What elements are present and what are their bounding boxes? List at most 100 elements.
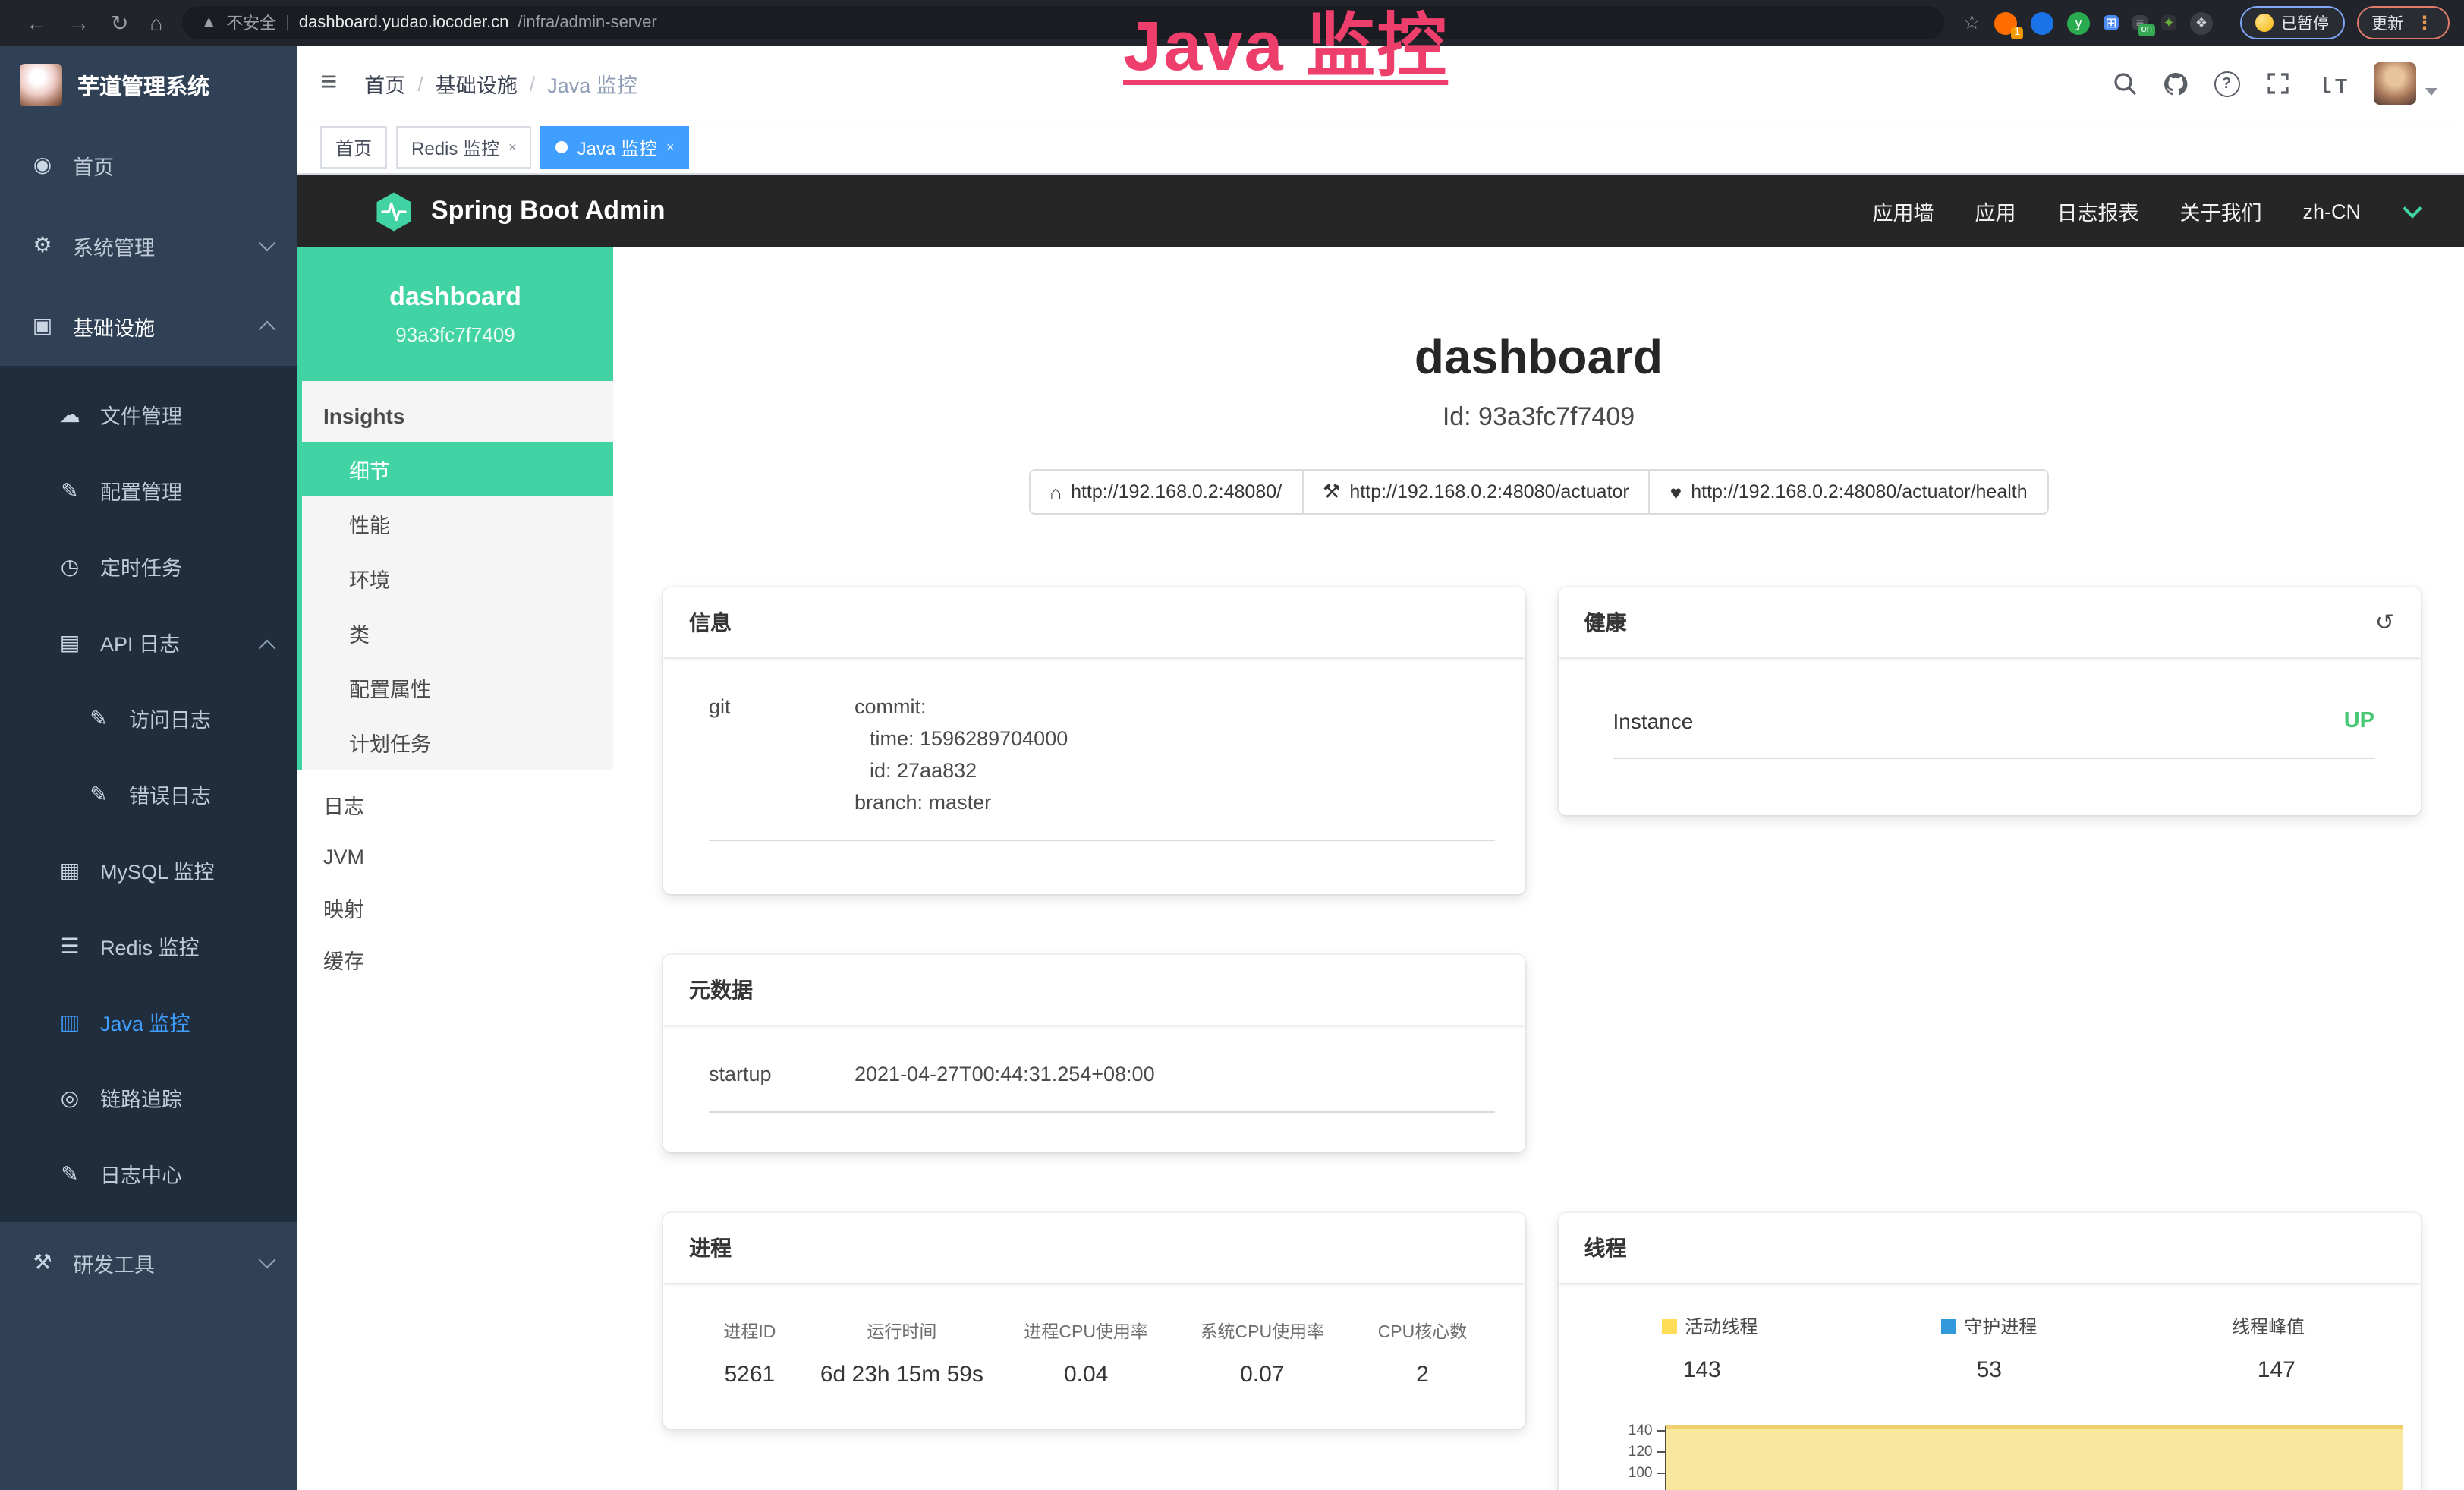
home-icon[interactable]: ⌂	[149, 0, 162, 46]
info-card: 信息 git commit: time: 1596289704000 id: 2…	[663, 587, 1525, 894]
help-icon[interactable]: ?	[2214, 71, 2239, 96]
menu-item-classes[interactable]: 类	[302, 606, 613, 660]
address-bar[interactable]: ▲ 不安全 | dashboard.yudao.iocoder.cn/infra…	[182, 6, 1944, 39]
metadata-row-value: 2021-04-27T00:44:31.254+08:00	[854, 1058, 1495, 1112]
process-card: 进程 进程ID 运行时间 进程CPU使用率 系统CPU使用率 CPU核心数	[663, 1213, 1525, 1429]
tag-redis-monitor[interactable]: Redis 监控 ×	[396, 126, 532, 169]
legend-label: 线程峰值	[2232, 1313, 2305, 1339]
sba-nav-applications[interactable]: 应用	[1975, 196, 2016, 226]
sidebar-item-dev-tools[interactable]: ⚒ 研发工具	[0, 1222, 297, 1303]
url-separator: |	[285, 14, 290, 32]
instance-details: dashboard Id: 93a3fc7f7409 ⌂ http://192.…	[613, 247, 2464, 1490]
sidebar-item-api-logs[interactable]: ▤ API 日志	[0, 604, 297, 680]
sidebar-item-system-mgmt[interactable]: ⚙ 系统管理	[0, 205, 297, 285]
monitor-icon: ▣	[30, 313, 55, 339]
health-row-key: Instance	[1613, 709, 1694, 733]
extension-leaf-icon[interactable]: ✦	[2161, 15, 2176, 30]
update-button[interactable]: 更新 ⋮	[2356, 6, 2449, 39]
breadcrumb-home[interactable]: 首页	[364, 68, 405, 99]
spring-boot-admin-frame: Spring Boot Admin 应用墙 应用 日志报表 关于我们 zh-CN	[297, 175, 2464, 1490]
instance-menu: 日志 JVM 映射 缓存	[297, 770, 613, 985]
health-url-button[interactable]: ♥ http://192.168.0.2:48080/actuator/heal…	[1649, 469, 2049, 515]
breadcrumb-infrastructure[interactable]: 基础设施	[436, 68, 518, 99]
tag-home[interactable]: 首页	[320, 126, 387, 169]
menu-item-metrics[interactable]: 性能	[302, 496, 613, 551]
git-commit-line: commit:	[854, 691, 1495, 723]
main-column: ≡ 首页 / 基础设施 / Java 监控 ?	[297, 46, 2464, 1490]
menu-item-logs[interactable]: 日志	[297, 779, 613, 830]
menu-item-details[interactable]: 细节	[302, 442, 613, 496]
paused-button[interactable]: 已暂停	[2240, 6, 2344, 39]
sidebar-item-label: 配置管理	[100, 475, 182, 506]
github-icon[interactable]	[2162, 71, 2188, 96]
extension-orange-icon[interactable]: 1	[1994, 11, 2017, 34]
sidebar-item-log-center[interactable]: ✎ 日志中心	[0, 1136, 297, 1211]
uptime-value: 6d 23h 15m 59s	[806, 1344, 998, 1389]
menu-item-mappings[interactable]: 映射	[297, 882, 613, 934]
browser-menu-icon[interactable]: ⋮	[2415, 12, 2434, 33]
sidebar-item-label: 错误日志	[129, 779, 211, 809]
sba-nav-journal[interactable]: 日志报表	[2056, 196, 2138, 226]
extension-switch-icon[interactable]: ≡on	[2132, 15, 2148, 30]
tag-java-monitor[interactable]: Java 监控 ×	[541, 126, 690, 169]
breadcrumb: 首页 / 基础设施 / Java 监控	[364, 68, 637, 99]
forward-icon[interactable]: →	[68, 0, 90, 46]
history-icon[interactable]: ↺	[2375, 609, 2394, 636]
sba-locale-select[interactable]: zh-CN	[2302, 200, 2361, 222]
sba-nav-wallboard[interactable]: 应用墙	[1872, 196, 1934, 226]
grid-icon: ▦	[58, 857, 82, 883]
metadata-card: 元数据 startup 2021-04-27T00:44:31.254+08:0…	[663, 955, 1525, 1152]
font-size-icon[interactable]: ｌT	[2315, 69, 2347, 98]
search-icon[interactable]	[2112, 71, 2136, 96]
admin-sidebar: 芋道管理系统 ◉ 首页 ⚙ 系统管理 ▣ 基础设施 ☁ 文件管理	[0, 46, 297, 1490]
threads-legend: 活动线程 守护进程 线程峰值	[1571, 1313, 2409, 1339]
menu-item-scheduled-tasks[interactable]: 计划任务	[302, 715, 613, 770]
bookmark-star-icon[interactable]: ☆	[1963, 11, 1981, 35]
sidebar-item-tracing[interactable]: ◎ 链路追踪	[0, 1060, 297, 1136]
sidebar-item-label: 链路追踪	[100, 1082, 182, 1113]
menu-item-config-props[interactable]: 配置属性	[302, 660, 613, 715]
insights-section-label: Insights	[302, 381, 613, 442]
actuator-url-button[interactable]: ⚒ http://192.168.0.2:48080/actuator	[1301, 469, 1651, 515]
back-icon[interactable]: ←	[26, 0, 47, 46]
legend-live-threads: 活动线程	[1571, 1313, 1850, 1339]
emoji-face-icon	[2255, 14, 2274, 32]
health-instance-row[interactable]: Instance UP	[1613, 709, 2375, 759]
fullscreen-icon[interactable]	[2265, 71, 2289, 96]
sidebar-item-java-monitor[interactable]: ▥ Java 监控	[0, 984, 297, 1060]
sidebar-item-mysql-monitor[interactable]: ▦ MySQL 监控	[0, 832, 297, 908]
extension-pin-icon[interactable]	[2031, 11, 2053, 34]
screen-icon: ▥	[58, 1009, 82, 1035]
security-label[interactable]: 不安全	[226, 11, 276, 35]
hamburger-icon[interactable]: ≡	[320, 67, 337, 100]
sidebar-item-infrastructure[interactable]: ▣ 基础设施	[0, 285, 297, 366]
sba-nav-about[interactable]: 关于我们	[2179, 196, 2261, 226]
chevron-up-icon	[259, 321, 276, 339]
service-url-button[interactable]: ⌂ http://192.168.0.2:48080/	[1028, 469, 1303, 515]
reload-icon[interactable]: ↻	[111, 0, 128, 46]
sidebar-item-home[interactable]: ◉ 首页	[0, 124, 297, 205]
info-card-title: 信息	[663, 587, 1525, 657]
user-avatar[interactable]	[2373, 62, 2415, 105]
menu-item-environment[interactable]: 环境	[302, 551, 613, 606]
service-url: http://192.168.0.2:48080/	[1071, 481, 1282, 502]
avatar-caret-icon[interactable]	[2425, 87, 2437, 95]
extension-y-icon[interactable]: y	[2067, 11, 2090, 34]
sidebar-item-file-mgmt[interactable]: ☁ 文件管理	[0, 376, 297, 452]
extensions-puzzle-icon[interactable]: ❖	[2190, 11, 2213, 34]
chevron-down-icon[interactable]	[2402, 199, 2421, 218]
table-row: git commit: time: 1596289704000 id: 27aa…	[709, 691, 1495, 840]
sidebar-item-config-mgmt[interactable]: ✎ 配置管理	[0, 452, 297, 528]
close-icon[interactable]: ×	[666, 140, 675, 155]
close-icon[interactable]: ×	[508, 140, 517, 155]
sidebar-item-redis-monitor[interactable]: ☰ Redis 监控	[0, 908, 297, 984]
sidebar-item-scheduled-jobs[interactable]: ◷ 定时任务	[0, 528, 297, 604]
menu-item-jvm[interactable]: JVM	[297, 830, 613, 882]
extension-grid-icon[interactable]: ⊞	[2104, 15, 2119, 30]
tag-label: 首页	[335, 134, 372, 160]
edit-icon: ✎	[58, 1161, 82, 1186]
sidebar-item-error-logs[interactable]: ✎ 错误日志	[0, 756, 297, 832]
sidebar-item-access-logs[interactable]: ✎ 访问日志	[0, 680, 297, 756]
sba-header: Spring Boot Admin 应用墙 应用 日志报表 关于我们 zh-CN	[297, 175, 2464, 247]
menu-item-caches[interactable]: 缓存	[297, 934, 613, 985]
